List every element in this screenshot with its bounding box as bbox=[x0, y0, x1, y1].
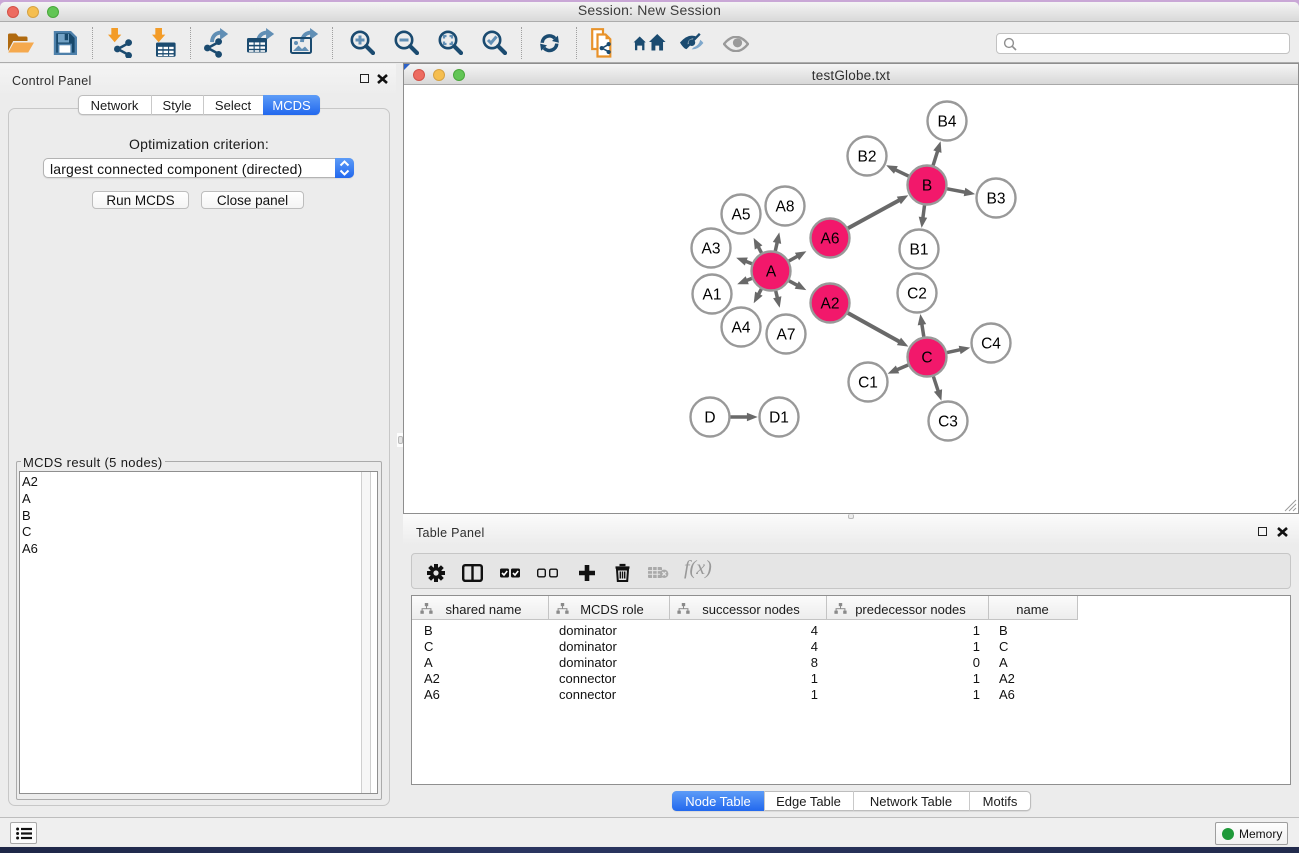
svg-text:C2: C2 bbox=[907, 286, 927, 303]
svg-text:D1: D1 bbox=[769, 410, 789, 427]
svg-text:B1: B1 bbox=[910, 242, 929, 259]
svg-text:A6: A6 bbox=[821, 231, 840, 248]
svg-text:D: D bbox=[704, 410, 715, 427]
svg-text:A8: A8 bbox=[776, 199, 795, 216]
svg-text:A4: A4 bbox=[732, 320, 751, 337]
svg-text:C4: C4 bbox=[981, 336, 1001, 353]
svg-text:B3: B3 bbox=[987, 191, 1006, 208]
svg-text:B: B bbox=[922, 178, 932, 195]
svg-text:C1: C1 bbox=[858, 375, 878, 392]
svg-text:C3: C3 bbox=[938, 414, 958, 431]
svg-text:A5: A5 bbox=[732, 207, 751, 224]
svg-text:A: A bbox=[766, 264, 777, 281]
svg-text:A1: A1 bbox=[703, 287, 722, 304]
svg-text:A7: A7 bbox=[777, 327, 796, 344]
svg-text:A2: A2 bbox=[821, 296, 840, 313]
svg-text:B4: B4 bbox=[938, 114, 957, 131]
svg-text:B2: B2 bbox=[858, 149, 877, 166]
svg-text:A3: A3 bbox=[702, 241, 721, 258]
svg-text:C: C bbox=[921, 350, 932, 367]
